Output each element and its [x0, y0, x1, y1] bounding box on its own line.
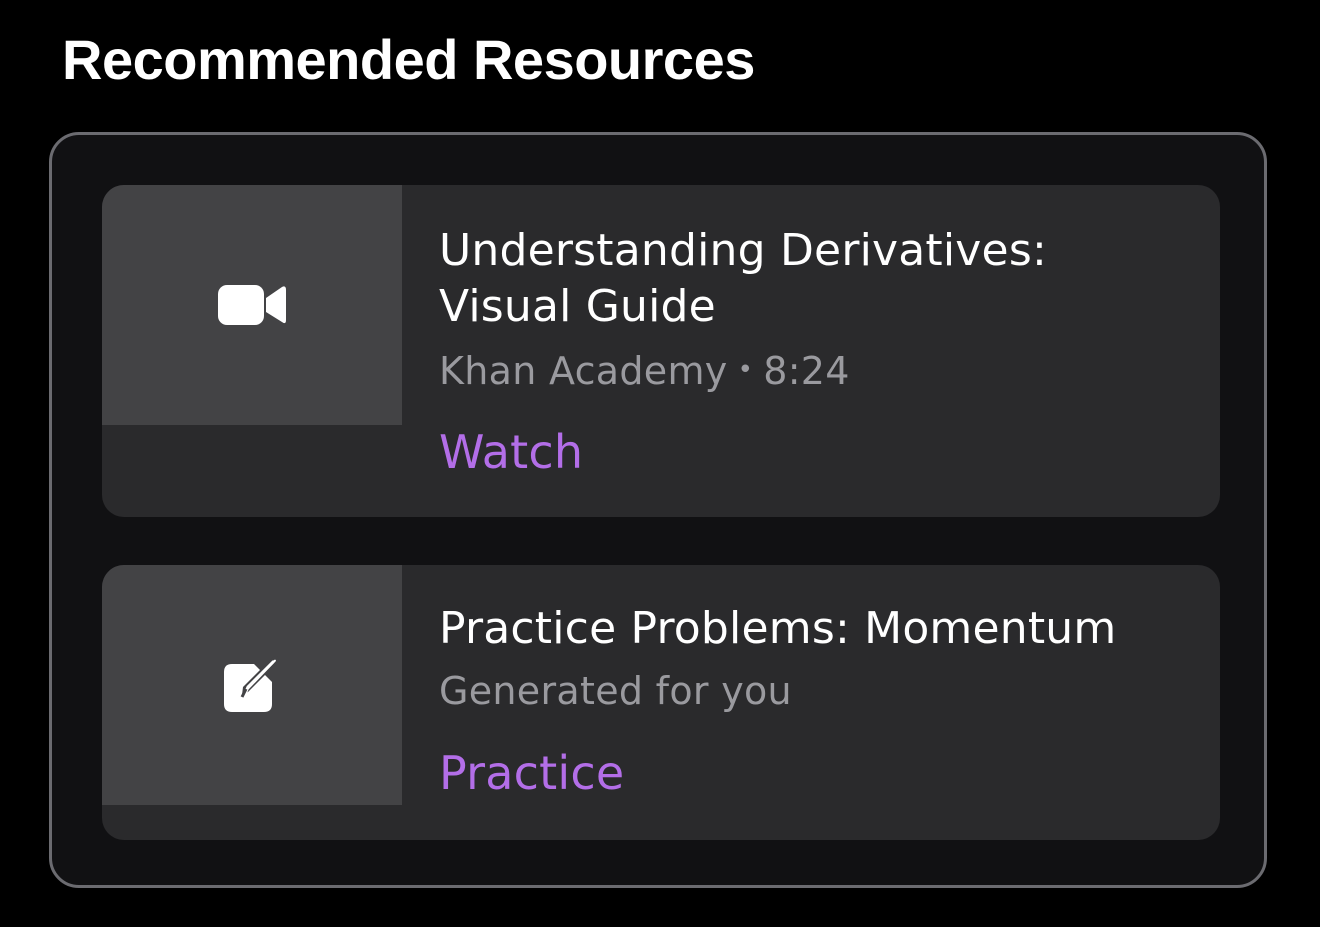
practice-card-body: Practice Problems: Momentum Generated fo…	[439, 565, 1180, 801]
resources-panel: Understanding Derivatives: Visual Guide …	[49, 132, 1267, 888]
resource-title: Understanding Derivatives: Visual Guide	[439, 223, 1180, 335]
resource-meta: Khan Academy • 8:24	[439, 349, 1180, 398]
square-pencil-icon	[221, 654, 283, 716]
practice-button[interactable]: Practice	[439, 745, 624, 801]
resource-source: Khan Academy	[439, 349, 728, 393]
resource-card-practice[interactable]: Practice Problems: Momentum Generated fo…	[102, 565, 1220, 840]
resource-duration: 8:24	[763, 349, 850, 393]
video-card-body: Understanding Derivatives: Visual Guide …	[439, 185, 1180, 480]
watch-button[interactable]: Watch	[439, 424, 583, 480]
resource-subtitle: Generated for you	[439, 669, 792, 713]
practice-thumbnail	[102, 565, 402, 805]
resource-title-line2: Visual Guide	[439, 281, 716, 332]
resource-title: Practice Problems: Momentum	[439, 603, 1117, 654]
video-thumbnail	[102, 185, 402, 425]
video-camera-icon	[218, 283, 286, 327]
resource-card-video[interactable]: Understanding Derivatives: Visual Guide …	[102, 185, 1220, 517]
section-title: Recommended Resources	[62, 28, 755, 91]
meta-separator: •	[737, 355, 754, 385]
resource-title-line1: Understanding Derivatives:	[439, 225, 1047, 276]
